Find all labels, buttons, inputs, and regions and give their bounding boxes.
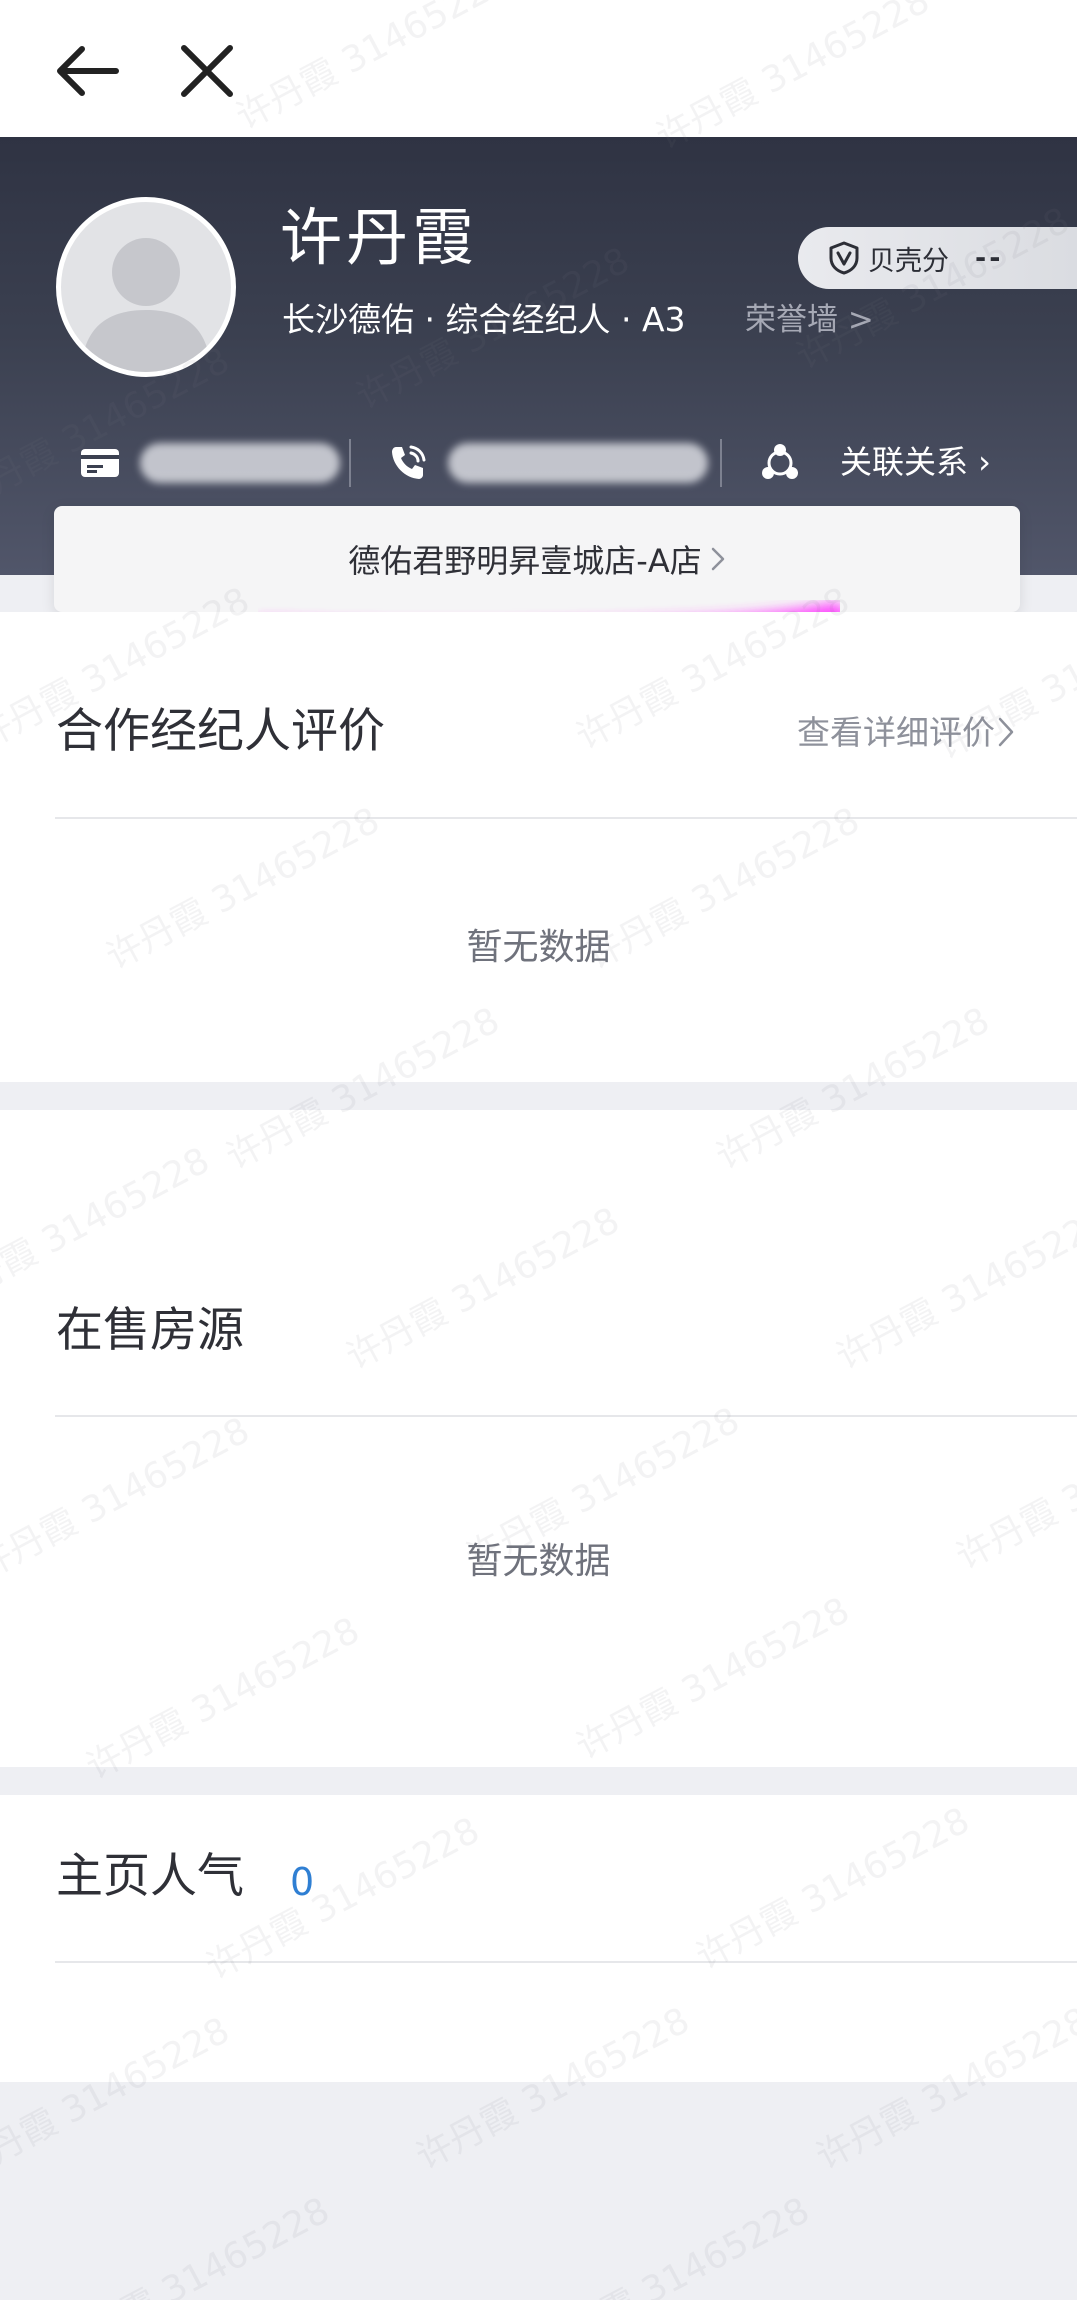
agent-subtitle: 长沙德佑 · 综合经纪人 · A3 bbox=[282, 300, 686, 339]
separator bbox=[349, 439, 351, 487]
id-card-icon bbox=[81, 449, 119, 477]
watermark-text: 许丹霞 31465228 bbox=[529, 2189, 817, 2300]
close-icon[interactable] bbox=[170, 34, 244, 108]
view-detail-reviews-link[interactable]: 查看详细评价 bbox=[797, 716, 995, 749]
score-value: -- bbox=[975, 242, 1004, 274]
watermark-text: 许丹霞 31465228 bbox=[49, 2189, 337, 2300]
phone-icon bbox=[392, 445, 426, 479]
popularity-section: 主页人气 0 bbox=[0, 1795, 1077, 2082]
divider bbox=[55, 1415, 1077, 1417]
store-card[interactable]: 德佑君野明昇壹城店-A店 bbox=[54, 506, 1020, 612]
popularity-count: 0 bbox=[290, 1860, 315, 1904]
relation-network-icon bbox=[762, 444, 798, 479]
listings-title: 在售房源 bbox=[56, 1303, 244, 1358]
contact-row: 关联关系 › bbox=[0, 417, 1077, 507]
store-name: 德佑君野明昇壹城店-A店 bbox=[348, 542, 702, 580]
avatar-placeholder-icon bbox=[81, 238, 211, 372]
top-nav-bar bbox=[0, 0, 1077, 137]
redacted-phone-value bbox=[448, 443, 708, 483]
listings-section: 在售房源 暂无数据 bbox=[0, 1110, 1077, 1767]
listings-empty-text: 暂无数据 bbox=[466, 1541, 611, 1582]
divider bbox=[55, 1961, 1077, 1963]
shield-v-icon bbox=[829, 241, 859, 275]
chevron-right-icon[interactable] bbox=[997, 716, 1015, 748]
agent-name: 许丹霞 bbox=[280, 201, 479, 274]
reviews-section: 合作经纪人评价 查看详细评价 暂无数据 bbox=[0, 612, 1077, 1082]
reviews-title: 合作经纪人评价 bbox=[56, 704, 385, 759]
arrow-left-icon[interactable] bbox=[50, 34, 124, 108]
separator bbox=[720, 439, 722, 487]
shell-score-badge[interactable]: 贝壳分 -- bbox=[798, 227, 1077, 289]
divider bbox=[55, 817, 1077, 819]
honor-wall-link[interactable]: 荣誉墙 > bbox=[745, 305, 874, 336]
reviews-empty-text: 暂无数据 bbox=[466, 927, 611, 968]
score-label: 贝壳分 bbox=[868, 245, 949, 277]
popularity-title: 主页人气 bbox=[56, 1849, 244, 1904]
relation-link[interactable]: 关联关系 › bbox=[840, 443, 991, 481]
chevron-right-icon bbox=[711, 547, 724, 571]
avatar[interactable] bbox=[56, 197, 236, 377]
redacted-id-value bbox=[140, 443, 340, 483]
